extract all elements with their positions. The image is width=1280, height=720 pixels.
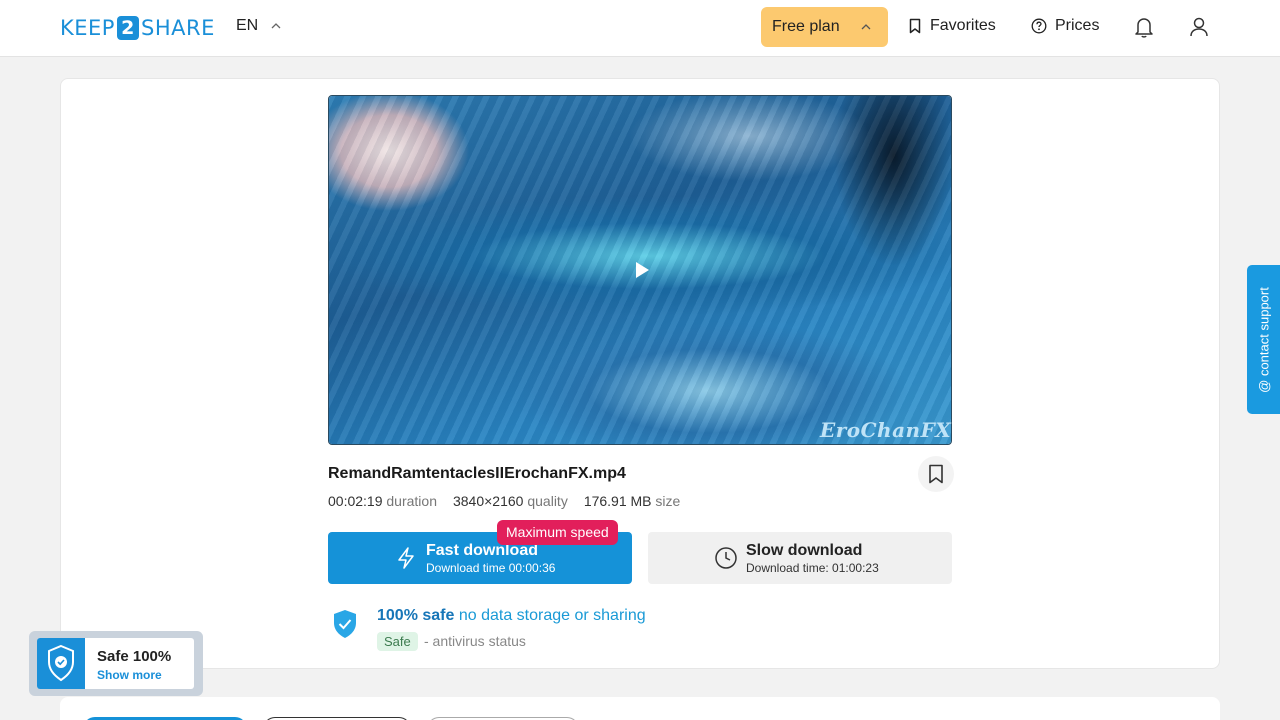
duration-label: duration bbox=[386, 493, 437, 509]
widget-title: Safe 100% bbox=[97, 648, 172, 665]
video-watermark: EroChanFX bbox=[820, 418, 952, 442]
fast-download-time: Download time 00:00:36 bbox=[426, 561, 556, 575]
favorites-link[interactable]: Favorites bbox=[908, 17, 996, 35]
logo-left: KEEP bbox=[60, 16, 115, 40]
slow-download-time: Download time: 01:00:23 bbox=[746, 561, 879, 575]
file-meta: 00:02:19 duration 3840×2160 quality 176.… bbox=[328, 493, 680, 509]
site-logo[interactable]: KEEP 2 SHARE bbox=[60, 15, 215, 41]
file-name: RemandRamtentaclesIIErochanFX.mp4 bbox=[328, 465, 626, 482]
favorites-label: Favorites bbox=[930, 17, 996, 34]
safe-widget[interactable]: Safe 100% Show more bbox=[29, 631, 203, 696]
size-value: 176.91 MB bbox=[583, 493, 652, 509]
antivirus-safe-chip: Safe bbox=[377, 632, 418, 651]
quality-label: quality bbox=[527, 493, 568, 509]
logo-right: SHARE bbox=[140, 16, 215, 40]
clock-icon bbox=[715, 547, 737, 569]
prices-label: Prices bbox=[1055, 17, 1100, 34]
lightning-icon bbox=[398, 547, 414, 569]
prices-link[interactable]: Prices bbox=[1031, 17, 1099, 35]
shield-check-icon bbox=[48, 644, 74, 682]
slow-download-button[interactable]: Slow download Download time: 01:00:23 bbox=[648, 532, 952, 584]
size-label: size bbox=[655, 493, 681, 509]
free-plan-button[interactable]: Free plan bbox=[761, 7, 888, 47]
safety-bold: 100% safe bbox=[377, 607, 455, 624]
chevron-up-icon bbox=[861, 24, 871, 30]
antivirus-status-text: - antivirus status bbox=[424, 633, 526, 649]
chevron-up-icon bbox=[271, 23, 281, 29]
plan-label: Free plan bbox=[772, 18, 840, 35]
maximum-speed-badge: Maximum speed bbox=[497, 520, 618, 545]
user-icon[interactable] bbox=[1188, 15, 1210, 39]
bottom-section bbox=[60, 697, 1220, 720]
bell-icon[interactable] bbox=[1133, 15, 1155, 39]
play-icon[interactable] bbox=[634, 261, 650, 279]
language-label: EN bbox=[236, 17, 259, 34]
help-circle-icon bbox=[1031, 18, 1047, 34]
show-more-link[interactable]: Show more bbox=[97, 668, 162, 682]
add-favorite-button[interactable] bbox=[918, 456, 954, 492]
safety-rest: no data storage or sharing bbox=[458, 607, 646, 624]
bookmark-icon bbox=[929, 464, 943, 484]
slow-download-title: Slow download bbox=[746, 542, 863, 559]
bookmark-icon bbox=[909, 18, 921, 34]
top-header: KEEP 2 SHARE EN Free plan Favorites Prices bbox=[0, 0, 1280, 57]
logo-number: 2 bbox=[116, 16, 139, 40]
safety-statement: 100% safe no data storage or sharing bbox=[377, 607, 646, 625]
contact-support-label: @ contact support bbox=[1256, 286, 1271, 393]
shield-check-icon bbox=[334, 610, 356, 638]
language-selector[interactable]: EN bbox=[236, 17, 282, 35]
duration-value: 00:02:19 bbox=[328, 493, 383, 509]
quality-value: 3840×2160 bbox=[452, 493, 524, 509]
contact-support-tab[interactable]: @ contact support bbox=[1247, 265, 1280, 414]
